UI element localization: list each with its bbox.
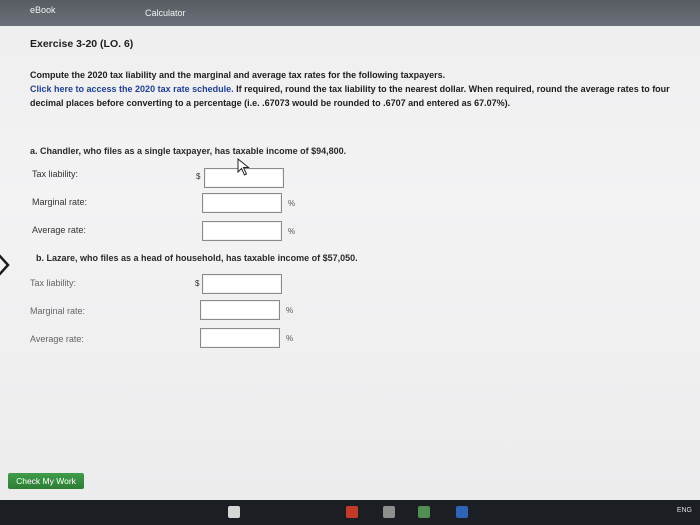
part-a-heading: a. Chandler, who files as a single taxpa…: [30, 146, 347, 156]
taskbar-app-icon[interactable]: [346, 506, 358, 518]
part-a-dollar-sign: $: [196, 172, 201, 181]
part-a-marginal-rate-input[interactable]: [202, 193, 282, 213]
exercise-question: Compute the 2020 tax liability and the m…: [30, 70, 446, 80]
tax-rate-schedule-link[interactable]: Click here to access the 2020 tax rate s…: [30, 84, 234, 94]
check-my-work-button[interactable]: Check My Work: [8, 473, 84, 489]
part-b-marginal-percent: %: [286, 306, 294, 315]
taskbar-app-icon[interactable]: [456, 506, 468, 518]
part-b-marginal-rate-input[interactable]: [200, 300, 280, 320]
collapse-panel-icon[interactable]: [0, 250, 16, 280]
part-b-dollar-sign: $: [195, 279, 200, 288]
part-b-tax-liability-input[interactable]: [202, 274, 282, 294]
part-a-average-rate-label: Average rate:: [32, 225, 86, 235]
top-toolbar: eBook Calculator: [0, 0, 700, 26]
part-a-tax-liability-label: Tax liability:: [32, 169, 79, 179]
part-a-marginal-rate-label: Marginal rate:: [32, 197, 88, 207]
part-a-marginal-percent: %: [288, 199, 296, 208]
part-a-average-rate-input[interactable]: [202, 221, 282, 241]
part-b-tax-liability-label: Tax liability:: [30, 278, 77, 288]
language-indicator[interactable]: ENG: [677, 507, 692, 514]
mouse-pointer-icon: [237, 158, 250, 176]
part-b-average-percent: %: [286, 334, 294, 343]
calculator-tab[interactable]: Calculator: [145, 8, 186, 18]
ebook-tab[interactable]: eBook: [30, 5, 56, 15]
part-b-average-rate-label: Average rate:: [30, 334, 84, 344]
part-a-average-percent: %: [288, 227, 296, 236]
exercise-title: Exercise 3-20 (LO. 6): [30, 38, 134, 50]
windows-taskbar: ENG: [0, 500, 700, 525]
taskbar-app-icon[interactable]: [383, 506, 395, 518]
part-b-marginal-rate-label: Marginal rate:: [30, 306, 86, 316]
exercise-instructions: Click here to access the 2020 tax rate s…: [30, 82, 670, 110]
part-b-average-rate-input[interactable]: [200, 328, 280, 348]
screen: eBook Calculator Exercise 3-20 (LO. 6) C…: [0, 0, 700, 500]
taskbar-app-icon[interactable]: [418, 506, 430, 518]
part-b-heading: b. Lazare, who files as a head of househ…: [36, 253, 358, 263]
taskbar-app-icon[interactable]: [228, 506, 240, 518]
